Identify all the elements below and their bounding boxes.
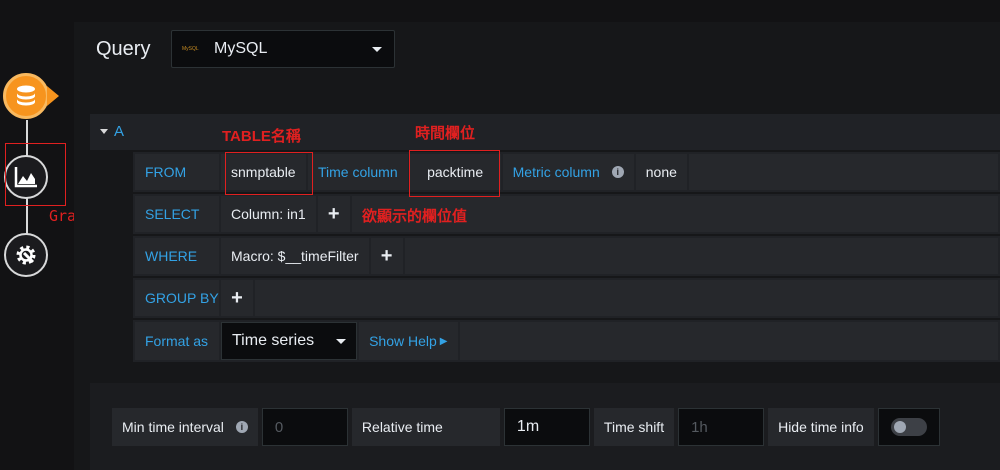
- info-icon[interactable]: i: [611, 166, 624, 178]
- add-where-button[interactable]: +: [370, 238, 403, 274]
- where-row: WHERE Macro: $__timeFilter +: [133, 236, 1000, 276]
- min-interval-text: Min time interval: [122, 419, 224, 435]
- database-icon: [17, 85, 35, 106]
- add-group-by-button[interactable]: +: [221, 280, 253, 316]
- chevron-down-icon: [336, 338, 347, 344]
- table-name-annotation: TABLE名稱: [222, 128, 301, 145]
- format-value: Time series: [232, 332, 315, 349]
- display-field-annotation: 欲顯示的欄位值: [362, 208, 468, 225]
- datasource-name: MySQL: [214, 40, 268, 57]
- active-tab-pointer: [47, 86, 59, 106]
- row-filler: [255, 280, 998, 316]
- hide-time-info-label: Hide time info: [768, 408, 874, 446]
- group-by-row: GROUP BY +: [133, 278, 1000, 318]
- chevron-right-icon: ▶: [439, 335, 448, 347]
- min-interval-input[interactable]: 0: [261, 408, 348, 446]
- where-macro-segment[interactable]: Macro: $__timeFilter: [221, 238, 369, 274]
- datasource-select[interactable]: MySQL MySQL: [171, 30, 395, 68]
- format-row: Format as Time series Show Help ▶: [133, 320, 1000, 362]
- from-keyword: FROM: [135, 154, 219, 190]
- where-keyword: WHERE: [135, 238, 219, 274]
- row-filler: [404, 238, 998, 274]
- graph-highlight-box: [5, 143, 66, 206]
- info-icon[interactable]: i: [235, 421, 248, 433]
- general-settings-tab-button[interactable]: [4, 233, 48, 277]
- metric-column-label: Metric column i: [502, 154, 634, 190]
- hide-time-info-toggle[interactable]: [890, 418, 927, 436]
- select-row: SELECT Column: in1 +: [133, 194, 1000, 234]
- select-keyword: SELECT: [135, 196, 219, 232]
- chevron-down-icon: [372, 47, 382, 52]
- hide-time-info-field: [877, 408, 940, 446]
- select-column-segment[interactable]: Column: in1: [221, 196, 316, 232]
- time-field-annotation: 時間欄位: [415, 125, 476, 142]
- collapse-caret-icon[interactable]: [100, 129, 108, 134]
- time-shift-label: Time shift: [593, 408, 675, 446]
- show-help-label: Show Help: [369, 333, 437, 349]
- relative-time-label: Relative time: [351, 408, 500, 446]
- row-filler: [688, 154, 998, 190]
- query-ref-id: A: [114, 123, 125, 140]
- row-filler: [459, 322, 998, 360]
- time-shift-input[interactable]: 1h: [678, 408, 765, 446]
- add-select-button[interactable]: +: [317, 196, 350, 232]
- time-column-label: Time column: [308, 154, 408, 190]
- gear-icon: [16, 245, 36, 265]
- mysql-logo-icon: MySQL: [182, 46, 199, 52]
- query-options-row: Min time interval i 0 Relative time 1m T…: [112, 408, 940, 446]
- table-highlight-box: [225, 152, 313, 195]
- metric-column-text: Metric column: [512, 164, 600, 180]
- min-interval-label: Min time interval i: [112, 408, 258, 446]
- format-keyword: Format as: [135, 322, 219, 360]
- relative-time-input[interactable]: 1m: [503, 408, 590, 446]
- query-heading: Query: [96, 38, 151, 60]
- time-column-highlight-box: [409, 150, 500, 197]
- show-help-button[interactable]: Show Help ▶: [359, 322, 458, 360]
- group-by-keyword: GROUP BY: [135, 280, 219, 316]
- datasource-tab-button[interactable]: [3, 73, 49, 119]
- toggle-knob: [893, 421, 906, 433]
- format-select[interactable]: Time series: [221, 322, 358, 360]
- metric-column-segment[interactable]: none: [635, 154, 687, 190]
